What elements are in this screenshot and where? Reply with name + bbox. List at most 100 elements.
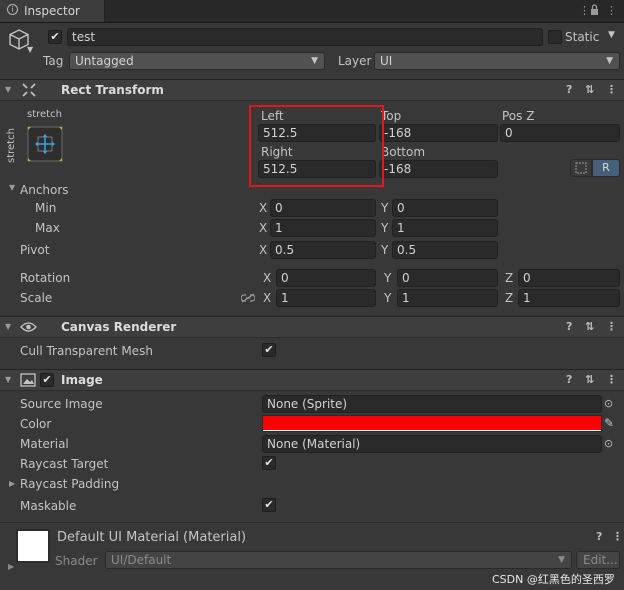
shader-dropdown[interactable]: UI/Default ▼ bbox=[105, 551, 572, 569]
tag-value: Untagged bbox=[75, 54, 134, 68]
edit-shader-button[interactable]: Edit... bbox=[576, 551, 620, 569]
raycast-padding-fold-arrow-icon[interactable]: ▶ bbox=[9, 479, 15, 488]
fold-arrow-icon[interactable]: ▼ bbox=[5, 375, 11, 384]
layer-value: UI bbox=[380, 54, 393, 68]
raycast-padding-label[interactable]: Raycast Padding bbox=[20, 477, 119, 491]
fold-arrow-icon[interactable]: ▼ bbox=[5, 322, 11, 331]
preview-fold-arrow-icon[interactable]: ▶ bbox=[8, 562, 14, 571]
kebab-menu-icon[interactable]: ⋮ bbox=[606, 373, 617, 386]
bottom-input[interactable]: -168 bbox=[379, 160, 498, 178]
axis-y-label: Y bbox=[381, 243, 389, 257]
highlight-box bbox=[249, 105, 384, 187]
help-icon[interactable]: ? bbox=[596, 530, 602, 543]
preset-icon[interactable]: ⇅ bbox=[585, 83, 594, 96]
tag-dropdown[interactable]: Untagged ▼ bbox=[69, 52, 325, 70]
top-input[interactable]: -168 bbox=[379, 124, 498, 142]
color-label: Color bbox=[20, 417, 52, 431]
icon-dropdown-arrow[interactable]: ▼ bbox=[27, 45, 33, 54]
posz-input[interactable]: 0 bbox=[500, 124, 620, 142]
chevron-down-icon: ▼ bbox=[558, 555, 565, 565]
layer-dropdown[interactable]: UI ▼ bbox=[374, 52, 620, 70]
lock-icon[interactable] bbox=[590, 4, 599, 15]
object-name-input[interactable]: test bbox=[67, 28, 543, 46]
image-header[interactable]: ▼ ✔ Image ? ⇅ ⋮ bbox=[0, 369, 624, 391]
axis-y-label: Y bbox=[381, 201, 389, 215]
fold-arrow-icon[interactable]: ▼ bbox=[5, 85, 11, 94]
object-picker-icon[interactable]: ⊙ bbox=[604, 437, 613, 450]
static-label: Static bbox=[565, 30, 600, 44]
color-field[interactable] bbox=[262, 415, 602, 432]
axis-x-label: X bbox=[259, 201, 268, 215]
kebab-menu-icon[interactable]: ⋮ bbox=[606, 4, 617, 17]
help-icon[interactable]: ? bbox=[566, 83, 572, 96]
static-checkbox[interactable] bbox=[548, 30, 562, 44]
maskable-checkbox[interactable]: ✔ bbox=[262, 498, 276, 512]
tab-inspector[interactable]: i Inspector bbox=[0, 0, 105, 22]
color-swatch bbox=[263, 416, 601, 430]
top-label: Top bbox=[381, 109, 402, 123]
help-icon[interactable]: ? bbox=[566, 373, 572, 386]
material-label: Material bbox=[20, 437, 69, 451]
scale-y-input[interactable]: 1 bbox=[397, 289, 498, 307]
shader-label: Shader bbox=[55, 554, 98, 568]
kebab-menu-icon[interactable]: ⋮ bbox=[606, 83, 617, 96]
active-checkbox[interactable]: ✔ bbox=[48, 30, 62, 44]
min-label: Min bbox=[35, 201, 57, 215]
anchors-fold-arrow-icon[interactable]: ▼ bbox=[9, 183, 15, 192]
axis-x-label: X bbox=[259, 243, 268, 257]
raw-edit-button[interactable]: R bbox=[592, 159, 620, 177]
eyedropper-icon[interactable]: ✎ bbox=[604, 416, 614, 430]
anchor-max-y-input[interactable]: 1 bbox=[392, 219, 498, 237]
pivot-y-input[interactable]: 0.5 bbox=[392, 241, 498, 259]
static-dropdown-arrow[interactable]: ▼ bbox=[608, 30, 615, 40]
axis-z-label: Z bbox=[505, 291, 514, 305]
scale-z-input[interactable]: 1 bbox=[518, 289, 620, 307]
canvas-renderer-header[interactable]: ▼ Canvas Renderer ? ⇅ ⋮ bbox=[0, 316, 624, 338]
blueprint-mode-button[interactable] bbox=[570, 159, 592, 177]
rotation-x-input[interactable]: 0 bbox=[276, 269, 376, 287]
rotation-z-input[interactable]: 0 bbox=[518, 269, 620, 287]
rect-transform-header[interactable]: ▼ Rect Transform ? ⇅ ⋮ bbox=[0, 79, 624, 101]
anchors-label: Anchors bbox=[20, 183, 69, 197]
source-image-label: Source Image bbox=[20, 397, 103, 411]
component-title: Rect Transform bbox=[61, 83, 164, 97]
axis-y-label: Y bbox=[384, 291, 392, 305]
component-title: Image bbox=[61, 373, 103, 387]
scale-label: Scale bbox=[20, 291, 53, 305]
raycast-target-label: Raycast Target bbox=[20, 457, 109, 471]
kebab-menu-icon[interactable]: ⋮ bbox=[612, 530, 623, 543]
component-title: Canvas Renderer bbox=[61, 320, 177, 334]
separator bbox=[0, 522, 624, 523]
anchor-min-x-input[interactable]: 0 bbox=[270, 199, 376, 217]
anchor-preset-button[interactable] bbox=[27, 126, 63, 162]
pivot-x-input[interactable]: 0.5 bbox=[270, 241, 376, 259]
material-field[interactable]: None (Material) bbox=[262, 435, 602, 453]
material-preview-thumbnail[interactable] bbox=[16, 529, 50, 563]
info-icon: i bbox=[7, 4, 18, 15]
raycast-target-checkbox[interactable]: ✔ bbox=[262, 456, 276, 470]
axis-y-label: Y bbox=[381, 221, 389, 235]
anchor-max-x-input[interactable]: 1 bbox=[270, 219, 376, 237]
image-enabled-checkbox[interactable]: ✔ bbox=[40, 373, 54, 387]
scale-x-input[interactable]: 1 bbox=[276, 289, 376, 307]
source-image-field[interactable]: None (Sprite) bbox=[262, 395, 602, 413]
maskable-label: Maskable bbox=[20, 499, 77, 513]
anchor-preset-label-v: stretch bbox=[6, 128, 17, 163]
kebab-menu-icon[interactable]: ⋮ bbox=[606, 320, 617, 333]
max-label: Max bbox=[35, 221, 60, 235]
posz-label: Pos Z bbox=[502, 109, 535, 123]
cull-transparent-mesh-checkbox[interactable]: ✔ bbox=[262, 343, 276, 357]
tab-bar: i Inspector ⋮ ⋮ bbox=[0, 0, 624, 23]
more-icon[interactable]: ⋮ bbox=[579, 4, 590, 17]
rotation-y-input[interactable]: 0 bbox=[397, 269, 498, 287]
bottom-label: Bottom bbox=[381, 145, 426, 159]
help-icon[interactable]: ? bbox=[566, 320, 572, 333]
shader-value: UI/Default bbox=[111, 553, 172, 567]
preset-icon[interactable]: ⇅ bbox=[585, 373, 594, 386]
preset-icon[interactable]: ⇅ bbox=[585, 320, 594, 333]
object-picker-icon[interactable]: ⊙ bbox=[604, 397, 613, 410]
axis-x-label: X bbox=[263, 291, 272, 305]
eye-icon bbox=[20, 321, 37, 336]
constrain-proportions-icon[interactable] bbox=[240, 292, 256, 306]
anchor-min-y-input[interactable]: 0 bbox=[392, 199, 498, 217]
